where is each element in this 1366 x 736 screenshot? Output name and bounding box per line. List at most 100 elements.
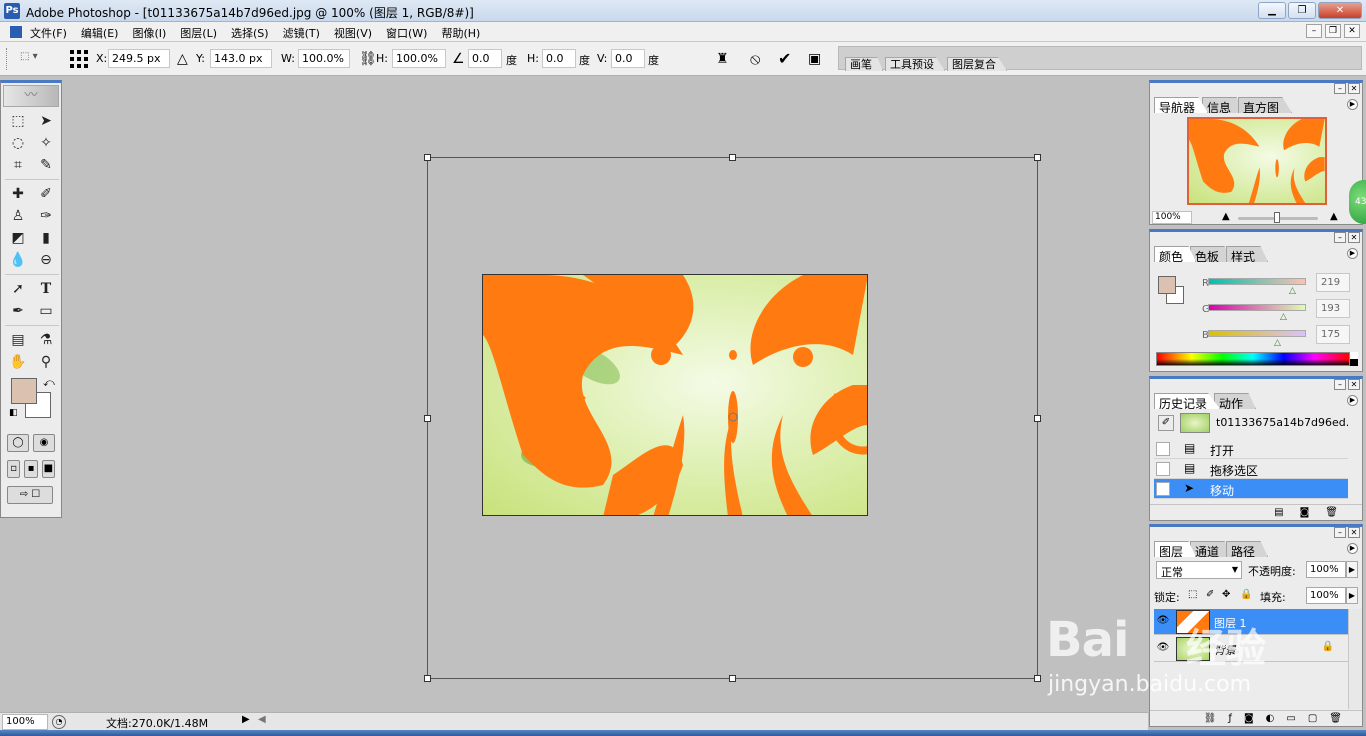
tab-actions[interactable]: 动作 — [1214, 393, 1257, 409]
menu-layer[interactable]: 图层(L) — [180, 25, 217, 41]
transform-handle-left[interactable] — [424, 415, 431, 422]
type-tool-icon[interactable]: T — [33, 279, 59, 299]
opacity-input[interactable]: 100% — [1306, 561, 1346, 578]
history-item-drag-selection[interactable]: ▤ 拖移选区 — [1154, 459, 1348, 479]
adjustment-layer-icon[interactable]: ◐ — [1266, 711, 1275, 726]
status-menu-arrow-icon[interactable]: ▶ — [242, 714, 250, 725]
menu-edit[interactable]: 编辑(E) — [81, 25, 119, 41]
marquee-tool-icon[interactable]: ⬚ — [5, 111, 31, 131]
notes-tool-icon[interactable]: ▤ — [5, 330, 31, 350]
standard-screen-button[interactable]: ▫ — [7, 460, 21, 478]
menu-window[interactable]: 窗口(W) — [386, 25, 427, 41]
jump-to-imageready-button[interactable]: ⇨ ☐ — [7, 486, 53, 504]
history-checkbox[interactable] — [1156, 482, 1170, 496]
layer-mask-icon[interactable]: ◙ — [1244, 711, 1254, 726]
delete-state-icon[interactable]: 🗑 — [1325, 505, 1338, 520]
status-zoom-field[interactable]: 100% — [2, 714, 48, 730]
path-selection-tool-icon[interactable]: ➚ — [5, 279, 31, 299]
y-input[interactable]: 143.0 px — [210, 49, 272, 68]
brush-tool-icon[interactable]: ✐ — [33, 184, 59, 204]
history-brush-source-icon[interactable]: ✐ — [1158, 415, 1174, 431]
lock-all-icon[interactable]: 🔒 — [1240, 589, 1252, 600]
swap-colors-icon[interactable]: ⤺ — [43, 376, 55, 390]
magic-wand-tool-icon[interactable]: ✧ — [33, 133, 59, 153]
blue-slider-knob[interactable]: △ — [1274, 338, 1281, 348]
lock-position-icon[interactable]: ✥ — [1222, 589, 1230, 600]
delete-layer-icon[interactable]: 🗑 — [1329, 711, 1342, 726]
panel-menu-icon[interactable]: ▶ — [1347, 543, 1358, 554]
transform-handle-top-left[interactable] — [424, 154, 431, 161]
standard-mode-button[interactable]: ◯ — [7, 434, 29, 452]
menu-filter[interactable]: 滤镜(T) — [283, 25, 320, 41]
clone-stamp-tool-icon[interactable]: ♙ — [5, 206, 31, 226]
tab-histogram[interactable]: 直方图 — [1238, 97, 1293, 113]
link-layers-icon[interactable]: ⛓ — [1204, 711, 1217, 726]
red-slider-knob[interactable]: △ — [1289, 286, 1296, 296]
lasso-tool-icon[interactable]: ◌ — [5, 133, 31, 153]
commit-transform-icon[interactable]: ✔ — [778, 50, 791, 68]
transform-handle-top-right[interactable] — [1034, 154, 1041, 161]
panel-close-button[interactable]: ✕ — [1348, 527, 1360, 538]
panel-close-button[interactable]: ✕ — [1348, 379, 1360, 390]
floating-badge[interactable]: 43 — [1349, 180, 1366, 224]
pen-tool-icon[interactable]: ✒ — [5, 301, 31, 321]
panel-minimize-button[interactable]: – — [1334, 83, 1346, 94]
menu-select[interactable]: 选择(S) — [231, 25, 269, 41]
menu-view[interactable]: 视图(V) — [334, 25, 372, 41]
history-checkbox[interactable] — [1156, 442, 1170, 456]
tool-preset-picker[interactable]: ⬚ ▾ — [20, 51, 56, 67]
delta-icon[interactable]: △ — [177, 50, 188, 68]
panel-close-button[interactable]: ✕ — [1348, 83, 1360, 94]
eraser-tool-icon[interactable]: ◩ — [5, 228, 31, 248]
move-tool-icon[interactable]: ➤ — [33, 111, 59, 131]
foreground-color-swatch[interactable] — [11, 378, 37, 404]
tab-styles[interactable]: 样式 — [1226, 246, 1269, 262]
scroll-left-icon[interactable]: ◀ — [258, 714, 266, 725]
doc-close-button[interactable]: ✕ — [1344, 24, 1360, 38]
cancel-transform-icon[interactable]: ⦸ — [750, 50, 760, 68]
warp-icon[interactable]: ♜ — [716, 50, 729, 68]
full-screen-menu-button[interactable]: ▪ — [24, 460, 38, 478]
maximize-button[interactable]: ❐ — [1288, 2, 1316, 19]
new-group-icon[interactable]: ▭ — [1286, 711, 1295, 726]
panel-minimize-button[interactable]: – — [1334, 527, 1346, 538]
layer-style-icon[interactable]: ƒ — [1228, 711, 1232, 726]
link-icon[interactable]: ⛓ — [359, 50, 377, 68]
navigator-slider-knob[interactable] — [1274, 212, 1280, 223]
close-button[interactable]: ✕ — [1318, 2, 1362, 19]
reference-point-icon[interactable] — [70, 50, 88, 68]
color-panel-foreground-swatch[interactable] — [1158, 276, 1176, 294]
feather-logo-icon[interactable]: 〰 — [3, 85, 59, 107]
dodge-tool-icon[interactable]: ⊖ — [33, 250, 59, 270]
crop-tool-icon[interactable]: ⌗ — [5, 155, 31, 175]
transform-handle-top[interactable] — [729, 154, 736, 161]
transform-handle-bottom-left[interactable] — [424, 675, 431, 682]
opacity-dropdown-arrow[interactable]: ▶ — [1346, 561, 1358, 578]
quick-mask-button[interactable]: ◉ — [33, 434, 55, 452]
hand-tool-icon[interactable]: ✋ — [5, 352, 31, 372]
tab-history[interactable]: 历史记录 — [1154, 393, 1221, 409]
minimize-button[interactable]: ▁ — [1258, 2, 1286, 19]
doc-minimize-button[interactable]: – — [1306, 24, 1322, 38]
blue-value-input[interactable]: 175 — [1316, 325, 1350, 344]
vskew-input[interactable]: 0.0 — [611, 49, 645, 68]
width-input[interactable]: 100.0% — [298, 49, 350, 68]
healing-brush-tool-icon[interactable]: ✚ — [5, 184, 31, 204]
layer-row-layer1[interactable]: 👁 图层 1 — [1154, 609, 1348, 635]
full-screen-button[interactable]: ■ — [41, 460, 55, 478]
shape-tool-icon[interactable]: ▭ — [33, 301, 59, 321]
tab-color[interactable]: 颜色 — [1154, 246, 1197, 262]
transform-handle-bottom[interactable] — [729, 675, 736, 682]
lock-transparent-icon[interactable]: ⬚ — [1188, 589, 1197, 600]
tab-info[interactable]: 信息 — [1202, 97, 1245, 113]
panel-menu-icon[interactable]: ▶ — [1347, 395, 1358, 406]
transform-handle-bottom-right[interactable] — [1034, 675, 1041, 682]
well-tab-layer-comps[interactable]: 图层复合 — [947, 57, 1007, 71]
default-colors-icon[interactable]: ◧ — [9, 408, 18, 418]
layers-scrollbar[interactable] — [1348, 609, 1362, 709]
slice-tool-icon[interactable]: ✎ — [33, 155, 59, 175]
visibility-eye-icon[interactable]: 👁 — [1156, 642, 1170, 653]
panel-menu-icon[interactable]: ▶ — [1347, 248, 1358, 259]
height-input[interactable]: 100.0% — [392, 49, 446, 68]
zoom-in-icon[interactable]: ▲ — [1330, 211, 1338, 222]
